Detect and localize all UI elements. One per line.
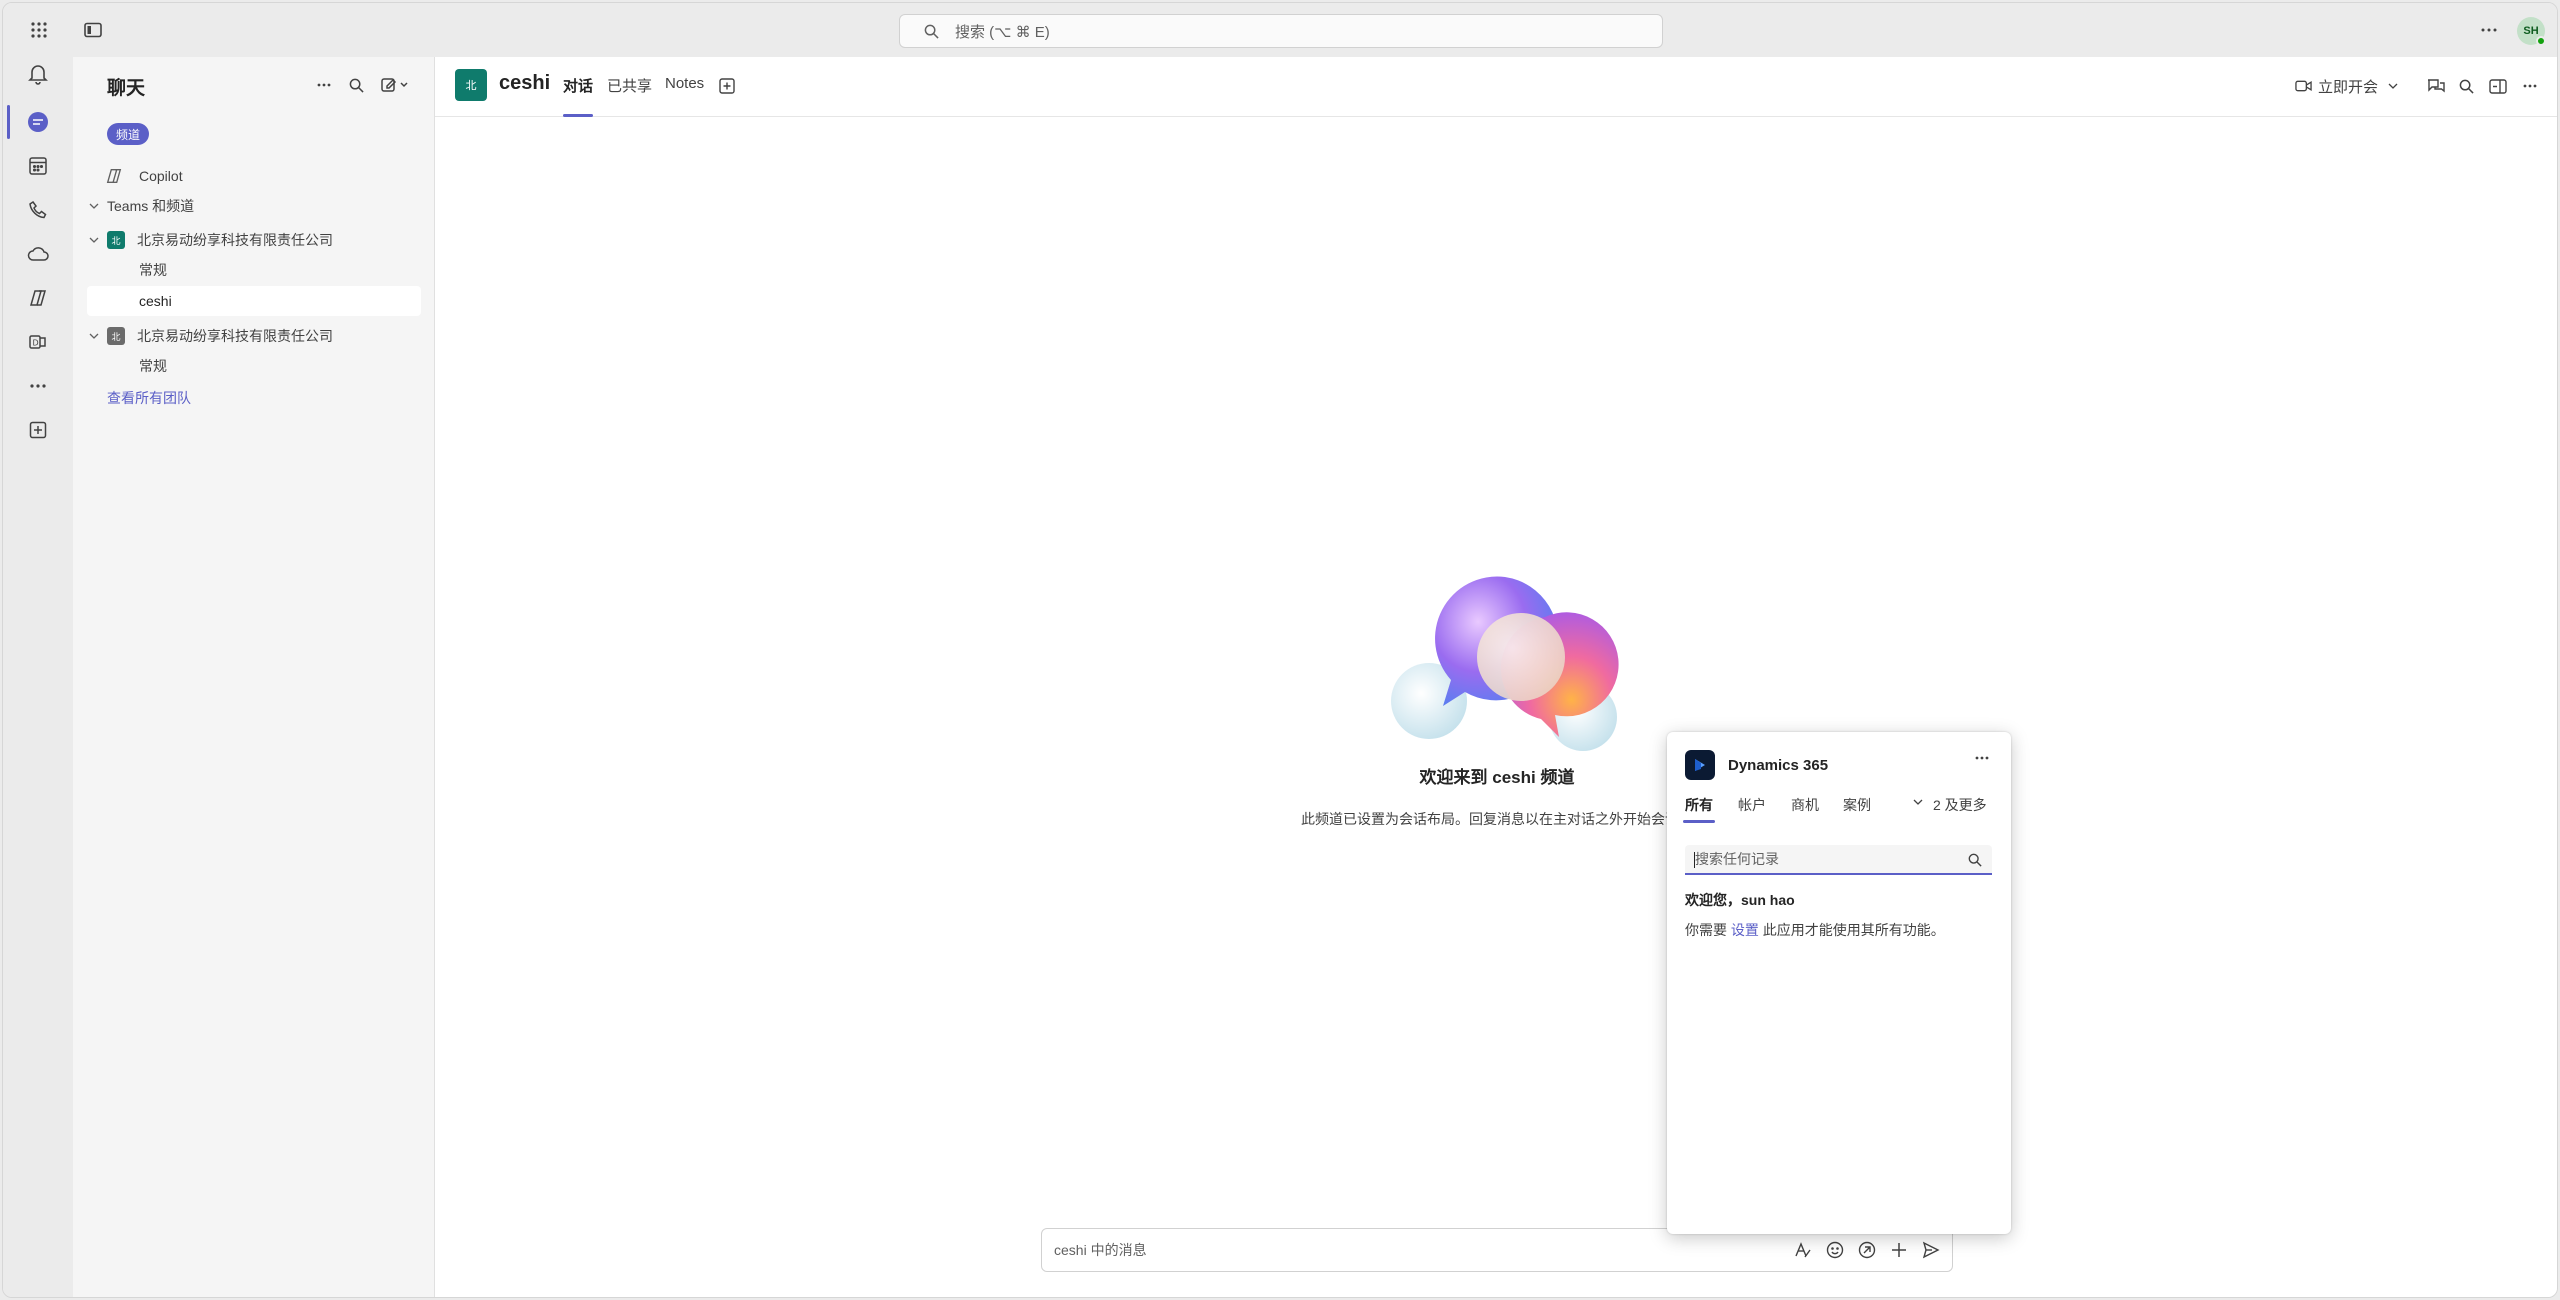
team-item-2[interactable]: 北 北京易动纷享科技有限责任公司	[87, 321, 421, 351]
chevron-down-icon	[1913, 799, 1923, 823]
teams-window: 搜索 (⌥ ⌘ E) SH D 聊天 频道 Copilot Teams 和频道 …	[2, 2, 2558, 1298]
chat-sidebar: 聊天 频道 Copilot Teams 和频道 北 北京易动纷享科技有限责任公司…	[73, 57, 435, 1297]
apps-office-icon[interactable]: D	[25, 329, 51, 355]
user-avatar[interactable]: SH	[2517, 17, 2546, 46]
dynamics-tab-all[interactable]: 所有	[1683, 795, 1715, 823]
sidebar-title: 聊天	[107, 78, 146, 99]
add-tab-icon[interactable]	[719, 73, 735, 99]
team-name: 北京易动纷享科技有限责任公司	[137, 328, 333, 344]
section-label: Teams 和频道	[107, 198, 195, 214]
channel-info-panel-icon[interactable]	[2489, 73, 2507, 99]
channel-label: 常规	[139, 262, 167, 278]
app-launcher-icon[interactable]	[27, 18, 51, 42]
channel-item-general[interactable]: 常规	[87, 255, 421, 285]
sidebar-search-icon[interactable]	[349, 73, 364, 97]
add-app-icon[interactable]	[25, 417, 51, 443]
conversations-icon[interactable]	[2427, 73, 2445, 99]
tab-conversation[interactable]: 对话	[563, 75, 594, 117]
see-all-teams-link[interactable]: 查看所有团队	[87, 383, 421, 413]
emoji-icon[interactable]	[1824, 1239, 1846, 1261]
team-name: 北京易动纷享科技有限责任公司	[137, 232, 333, 248]
more-options-icon[interactable]	[2477, 18, 2501, 42]
attach-plus-icon[interactable]	[1888, 1239, 1910, 1261]
channel-more-icon[interactable]	[2523, 73, 2537, 99]
activity-bell-icon[interactable]	[25, 61, 51, 87]
dynamics-welcome: 欢迎您，sun hao	[1685, 892, 1795, 908]
sidebar-item-copilot[interactable]: Copilot	[87, 161, 421, 191]
text-caret	[1694, 852, 1695, 868]
chevron-down-icon	[2388, 83, 2398, 89]
team-item-1[interactable]: 北 北京易动纷享科技有限责任公司	[87, 225, 421, 255]
team-avatar-icon: 北	[107, 327, 125, 345]
copilot-icon	[105, 167, 125, 185]
more-apps-icon[interactable]	[25, 373, 51, 399]
see-all-teams-label: 查看所有团队	[107, 390, 191, 406]
dynamics-search-placeholder: 搜索任何记录	[1695, 851, 1779, 867]
global-search-placeholder: 搜索 (⌥ ⌘ E)	[955, 23, 1050, 41]
channel-header: 北 ceshi 对话 已共享 Notes 立即开会	[435, 57, 2557, 117]
dynamics-tab-accounts[interactable]: 帐户	[1738, 795, 1766, 823]
dynamics-tab-cases[interactable]: 案例	[1843, 795, 1871, 823]
chat-bubbles-illustration	[1385, 507, 1625, 767]
team-avatar-icon: 北	[107, 231, 125, 249]
dynamics-365-flyout: Dynamics 365 所有 帐户 商机 案例 2 及更多 搜索任何记录 欢迎…	[1667, 732, 2011, 1234]
chevron-down-icon	[87, 203, 101, 209]
presence-available-badge	[2536, 36, 2546, 46]
setup-msg-prefix: 你需要	[1685, 922, 1727, 938]
channel-item-ceshi[interactable]: ceshi	[87, 286, 421, 316]
welcome-subtitle: 此频道已设置为会话布局。回复消息以在主对话之外开始会话。	[1301, 811, 1681, 827]
section-teams-channels[interactable]: Teams 和频道	[87, 191, 421, 221]
video-camera-icon	[2295, 80, 2312, 92]
channel-item-general[interactable]: 常规	[87, 351, 421, 381]
dynamics-more-tabs-dropdown[interactable]: 2 及更多	[1913, 795, 1987, 823]
welcome-title: 欢迎来到 ceshi 频道	[1419, 768, 1575, 787]
channels-filter-chip[interactable]: 频道	[107, 123, 150, 145]
meet-now-button[interactable]: 立即开会	[2295, 73, 2398, 99]
search-icon[interactable]	[1968, 853, 1982, 867]
meet-now-label: 立即开会	[2318, 78, 2379, 96]
chevron-down-icon	[87, 237, 101, 243]
dynamics-title: Dynamics 365	[1728, 757, 1829, 774]
message-compose-box[interactable]: ceshi 中的消息	[1041, 1228, 1953, 1272]
app-rail: D	[3, 57, 73, 1297]
send-icon[interactable]	[1920, 1239, 1942, 1261]
channel-label: 常规	[139, 358, 167, 374]
dynamics-tab-opportunities[interactable]: 商机	[1791, 795, 1819, 823]
dynamics-more-icon[interactable]	[1975, 756, 1989, 760]
sidebar-more-icon[interactable]	[317, 73, 331, 97]
channel-search-icon[interactable]	[2459, 73, 2474, 99]
setup-msg-suffix: 此应用才能使用其所有功能。	[1762, 922, 1945, 938]
new-chat-compose-icon[interactable]	[381, 73, 409, 97]
channel-avatar: 北	[455, 69, 487, 101]
setup-link[interactable]: 设置	[1731, 922, 1759, 938]
loop-component-icon[interactable]	[1856, 1239, 1878, 1261]
tab-notes[interactable]: Notes	[665, 75, 704, 117]
search-icon	[924, 24, 939, 39]
calls-phone-icon[interactable]	[25, 197, 51, 223]
compose-toolbar	[1792, 1239, 1942, 1261]
chat-icon[interactable]	[25, 109, 51, 135]
more-tabs-label: 2 及更多	[1933, 797, 1987, 813]
channel-main: 北 ceshi 对话 已共享 Notes 立即开会 欢迎来到 ceshi 频道 …	[435, 57, 2557, 1297]
calendar-icon[interactable]	[25, 153, 51, 179]
onedrive-cloud-icon[interactable]	[25, 241, 51, 267]
rail-active-indicator	[7, 105, 10, 139]
dynamics-setup-message: 你需要 设置 此应用才能使用其所有功能。	[1685, 920, 1945, 940]
compose-placeholder: ceshi 中的消息	[1054, 1242, 1147, 1258]
svg-text:D: D	[33, 339, 39, 348]
dynamics-record-search-input[interactable]: 搜索任何记录	[1685, 845, 1992, 875]
copilot-label: Copilot	[139, 168, 183, 184]
tab-shared[interactable]: 已共享	[607, 75, 652, 117]
avatar-initials: SH	[2523, 25, 2539, 37]
channel-name: ceshi	[499, 72, 551, 94]
format-text-icon[interactable]	[1792, 1239, 1814, 1261]
dynamics-logo-icon	[1685, 750, 1715, 780]
global-search-input[interactable]: 搜索 (⌥ ⌘ E)	[899, 14, 1663, 48]
channel-label: ceshi	[139, 293, 172, 309]
copilot-icon[interactable]	[25, 285, 51, 311]
top-bar: 搜索 (⌥ ⌘ E) SH	[3, 3, 2557, 57]
chevron-down-icon	[87, 333, 101, 339]
sidebar-toggle-icon[interactable]	[81, 18, 105, 42]
